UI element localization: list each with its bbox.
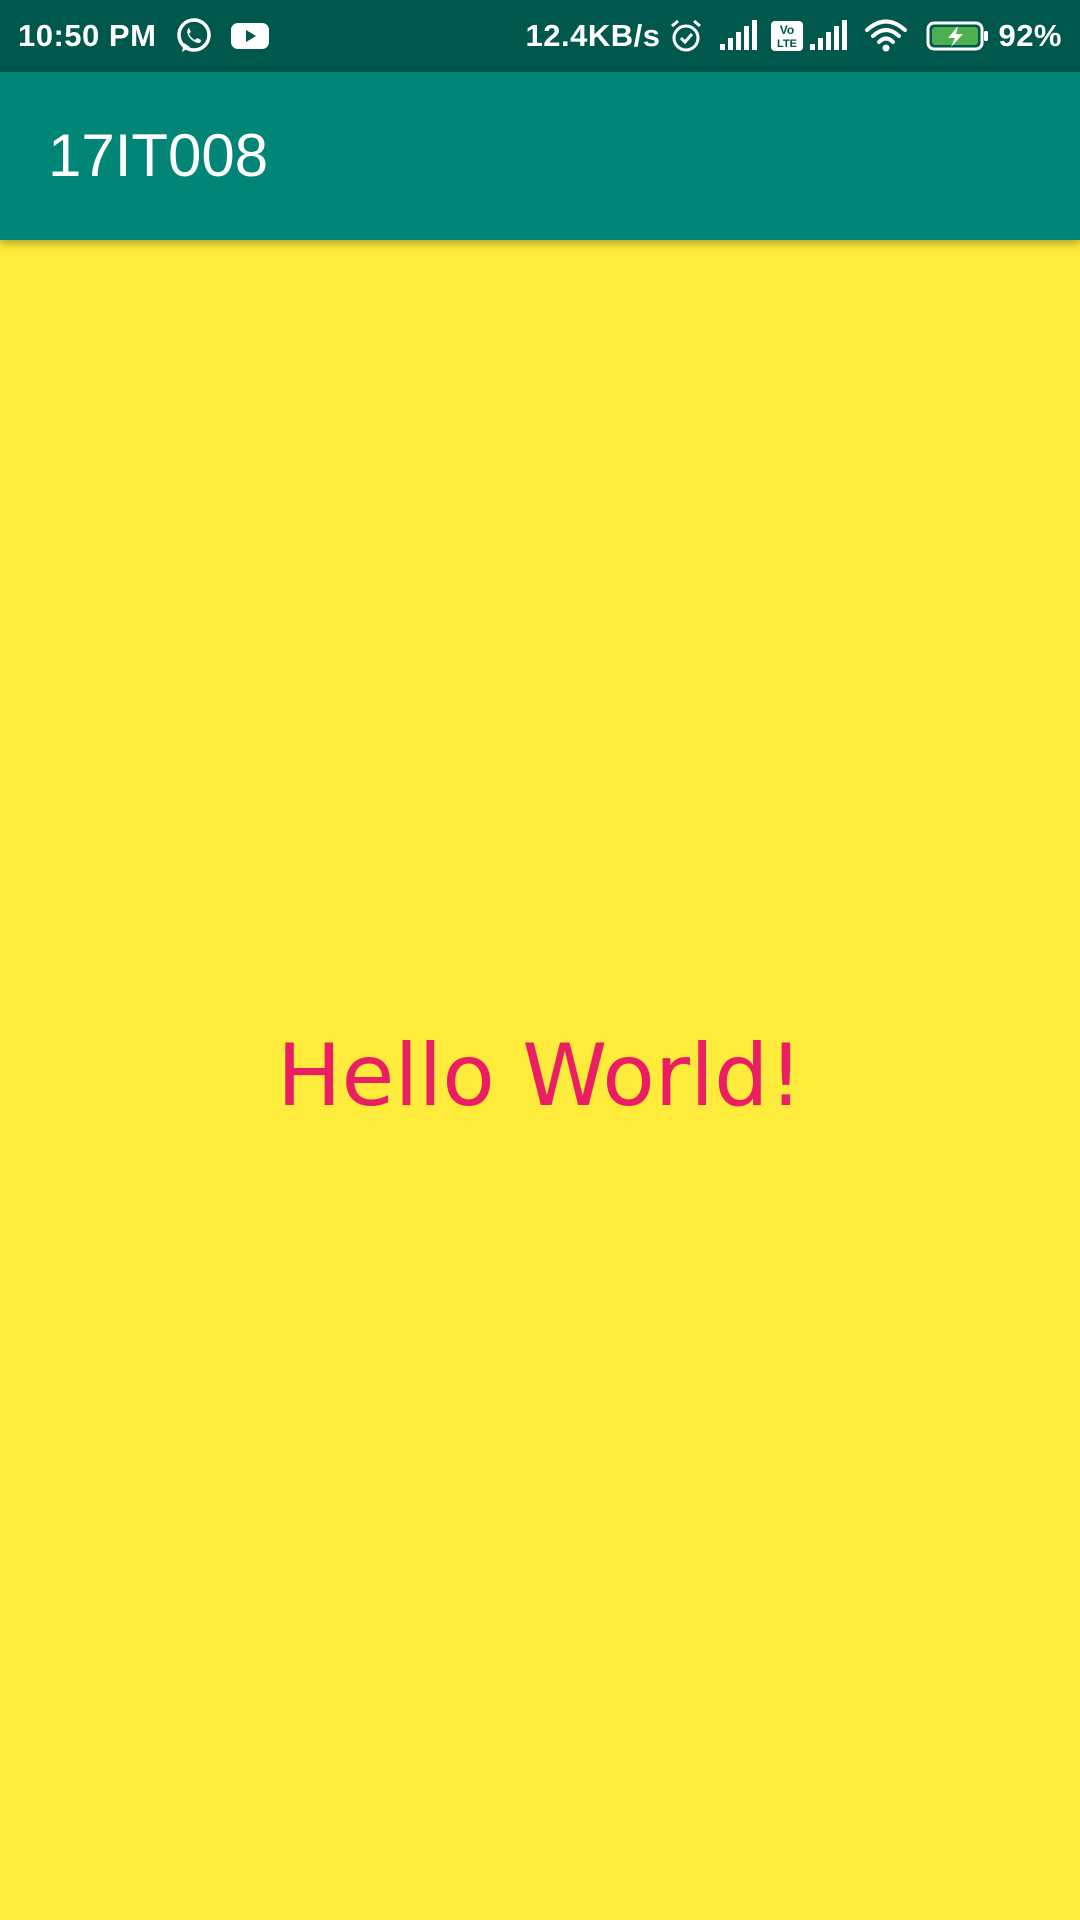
status-time: 10:50 PM [18,18,157,53]
signal-icon [808,20,848,52]
volte-label-top: Vo [780,23,794,37]
volte-label-bottom: LTE [777,38,797,50]
battery-percent: 92% [998,18,1062,53]
volte-icon: Vo LTE [770,20,804,52]
battery-charging-icon [926,20,990,52]
app-bar: 17IT008 [0,72,1080,240]
screen: 10:50 PM 12.4KB/s Vo LTE 92% 17IT008 Hel… [0,0,1080,1920]
app-title: 17IT008 [48,122,269,189]
youtube-icon [230,21,270,51]
main-content: Hello World! [0,240,1080,1920]
wifi-icon [864,19,908,53]
hello-world-text: Hello World! [276,1026,804,1126]
network-speed: 12.4KB/s [525,18,661,53]
alarm-icon [668,17,704,55]
status-bar-right: 12.4KB/s Vo LTE 92% [525,0,1062,72]
status-bar-left: 10:50 PM [18,0,270,72]
whatsapp-icon [174,16,214,56]
status-bar: 10:50 PM 12.4KB/s Vo LTE 92% [0,0,1080,72]
signal-icon [718,20,758,52]
